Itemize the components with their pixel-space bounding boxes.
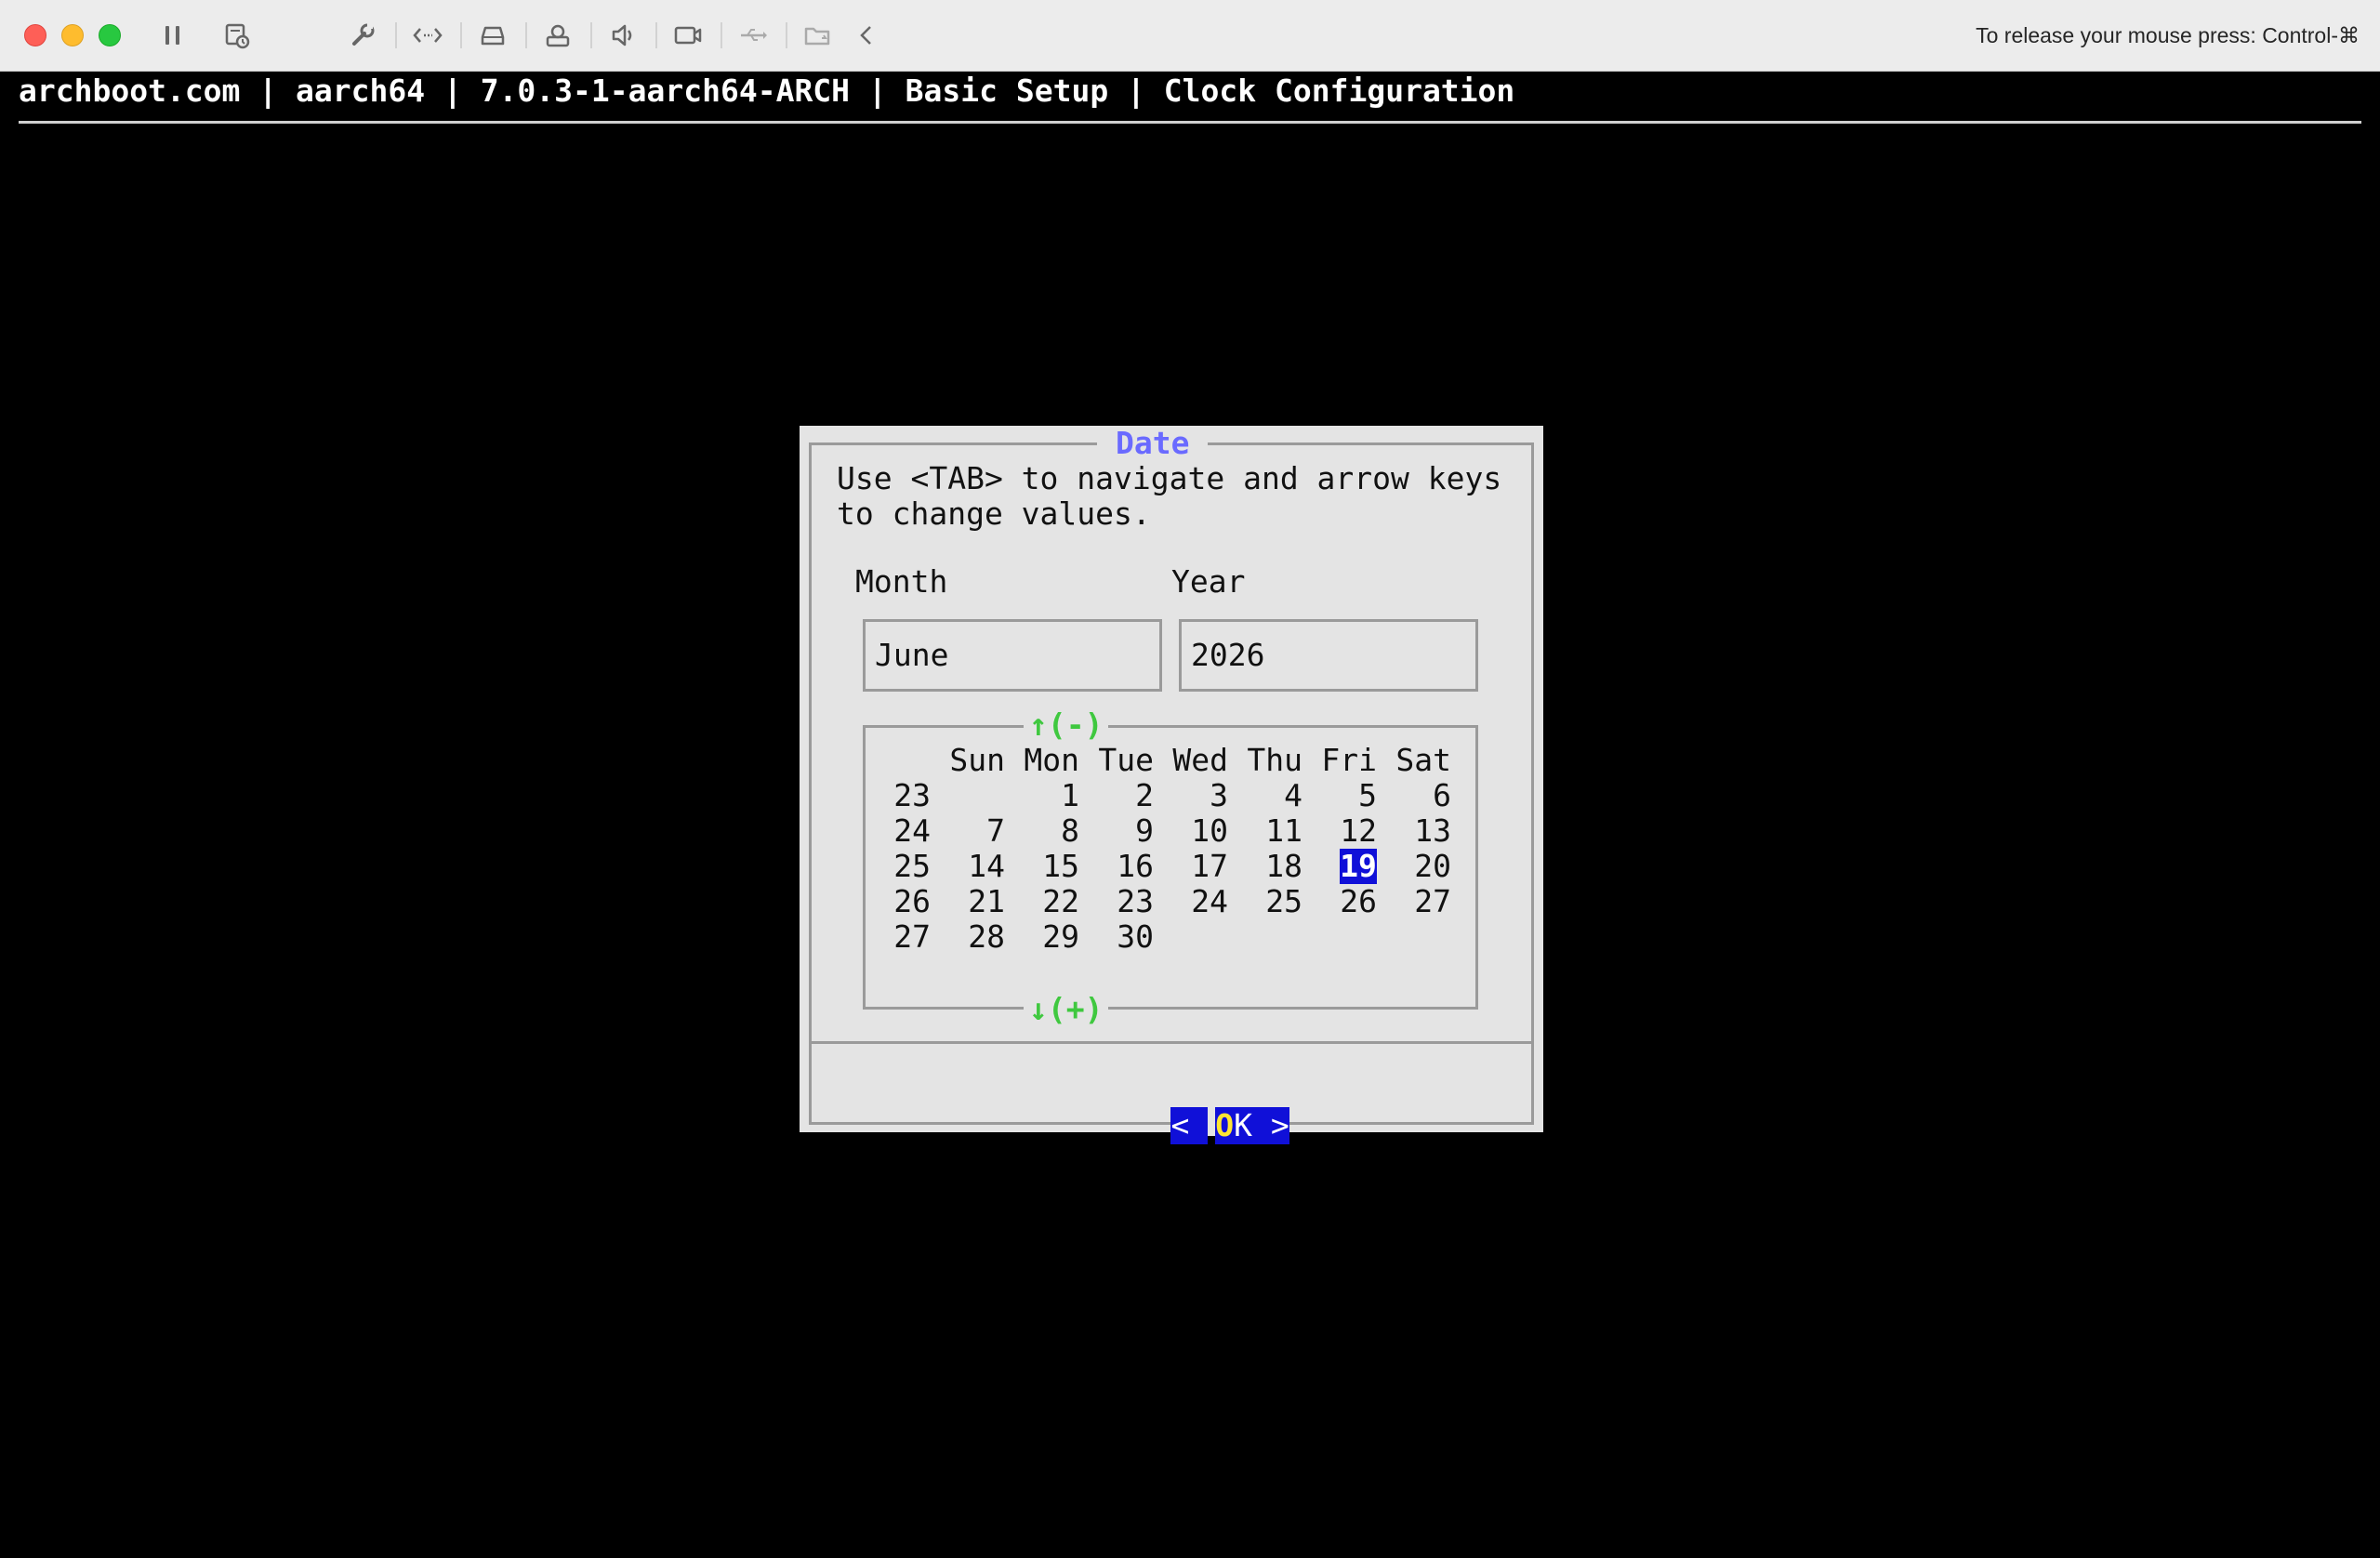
ok-button-left-bracket: < xyxy=(1170,1107,1209,1144)
calendar-day[interactable]: 6 xyxy=(1395,778,1451,813)
calendar-day[interactable]: 4 xyxy=(1247,778,1302,813)
snapshot-icon[interactable] xyxy=(219,19,253,52)
calendar-day[interactable]: 24 xyxy=(1172,884,1228,919)
calendar-day-selected[interactable]: 19 xyxy=(1340,849,1377,884)
calendar-day xyxy=(949,778,1005,813)
title-divider xyxy=(19,121,2361,124)
printer-icon[interactable] xyxy=(541,19,575,52)
calendar-day[interactable]: 1 xyxy=(1024,778,1079,813)
calendar-day[interactable]: 23 xyxy=(1098,884,1154,919)
disk-icon[interactable] xyxy=(476,19,509,52)
calendar-day[interactable]: 22 xyxy=(1024,884,1079,919)
calendar-day[interactable]: 3 xyxy=(1172,778,1228,813)
release-mouse-hint: To release your mouse press: Control-⌘ xyxy=(1976,23,2360,47)
calendar-day[interactable]: 18 xyxy=(1247,849,1302,884)
calendar-day[interactable]: 14 xyxy=(949,849,1005,884)
code-arrows-icon[interactable] xyxy=(411,19,444,52)
speaker-icon[interactable] xyxy=(606,19,640,52)
calendar-day xyxy=(1247,919,1302,955)
calendar-day[interactable]: 8 xyxy=(1024,813,1079,849)
wrench-icon[interactable] xyxy=(346,19,379,52)
close-window-button[interactable] xyxy=(24,24,46,46)
minimize-window-button[interactable] xyxy=(61,24,84,46)
weekday-header: Tue xyxy=(1098,742,1154,778)
calendar-day[interactable]: 28 xyxy=(949,919,1005,955)
scroll-up-indicator: ↑(-) xyxy=(1024,707,1109,743)
weekday-header: Thu xyxy=(1247,742,1302,778)
calendar-day[interactable]: 20 xyxy=(1395,849,1451,884)
calendar-day[interactable]: 9 xyxy=(1098,813,1154,849)
calendar-day[interactable]: 15 xyxy=(1024,849,1079,884)
shared-folder-icon[interactable] xyxy=(801,19,835,52)
weekday-header: Mon xyxy=(1024,742,1079,778)
calendar-day[interactable]: 2 xyxy=(1098,778,1154,813)
calendar-day[interactable]: 5 xyxy=(1321,778,1377,813)
pause-icon[interactable] xyxy=(156,19,190,52)
week-number: 25 xyxy=(893,848,931,884)
calendar-day[interactable]: 7 xyxy=(949,813,1005,849)
collapse-chevron-icon[interactable] xyxy=(850,19,883,52)
ok-button-hotkey: O xyxy=(1215,1107,1235,1144)
calendar-day[interactable]: 26 xyxy=(1321,884,1377,919)
week-number: 23 xyxy=(893,777,931,813)
calendar[interactable]: ↑(-) Sun Mon Tue Wed Thu Fri Sat 23 1 2 3 4 5 6 24 7 8 9… xyxy=(863,707,1478,1027)
scroll-down-indicator: ↓(+) xyxy=(1024,992,1109,1027)
year-label: Year xyxy=(1171,563,1246,600)
month-label: Month xyxy=(855,563,948,600)
calendar-day[interactable]: 11 xyxy=(1247,813,1302,849)
calendar-day[interactable]: 27 xyxy=(1395,884,1451,919)
terminal-title: archboot.com | aarch64 | 7.0.3-1-aarch64… xyxy=(19,73,1515,109)
month-field[interactable]: June xyxy=(863,619,1162,692)
weekday-header: Wed xyxy=(1172,742,1228,778)
calendar-day[interactable]: 21 xyxy=(949,884,1005,919)
calendar-day xyxy=(1321,919,1377,955)
ok-button-right-bracket: > xyxy=(1251,1107,1289,1144)
calendar-day[interactable]: 29 xyxy=(1024,919,1079,955)
ok-button-label-rest: K xyxy=(1234,1107,1252,1144)
dialog-title: Date xyxy=(1097,426,1209,461)
dialog-instructions: Use <TAB> to navigate and arrow keys to … xyxy=(837,460,1502,532)
usb-icon[interactable] xyxy=(736,19,770,52)
calendar-day[interactable]: 12 xyxy=(1321,813,1377,849)
year-field[interactable]: 2026 xyxy=(1179,619,1478,692)
calendar-day[interactable]: 17 xyxy=(1172,849,1228,884)
calendar-day[interactable]: 30 xyxy=(1098,919,1154,955)
zoom-window-button[interactable] xyxy=(99,24,121,46)
week-number: 24 xyxy=(893,812,931,849)
calendar-day[interactable]: 16 xyxy=(1098,849,1154,884)
calendar-day xyxy=(1395,919,1451,955)
vm-toolbar: To release your mouse press: Control-⌘ xyxy=(0,0,2380,72)
calendar-day[interactable]: 25 xyxy=(1247,884,1302,919)
week-number: 27 xyxy=(893,918,931,955)
camera-icon[interactable] xyxy=(671,19,705,52)
date-dialog: Date Use <TAB> to navigate and arrow key… xyxy=(800,426,1543,1144)
calendar-day[interactable]: 10 xyxy=(1172,813,1228,849)
weekday-header: Fri xyxy=(1321,742,1377,778)
ok-button[interactable]: < OK > xyxy=(1097,1062,1289,1144)
calendar-day[interactable]: 13 xyxy=(1395,813,1451,849)
calendar-day xyxy=(1172,919,1228,955)
button-area-divider xyxy=(809,1041,1534,1044)
weekday-header: Sun xyxy=(949,742,1005,778)
week-number: 26 xyxy=(893,883,931,919)
weekday-header: Sat xyxy=(1395,742,1451,778)
